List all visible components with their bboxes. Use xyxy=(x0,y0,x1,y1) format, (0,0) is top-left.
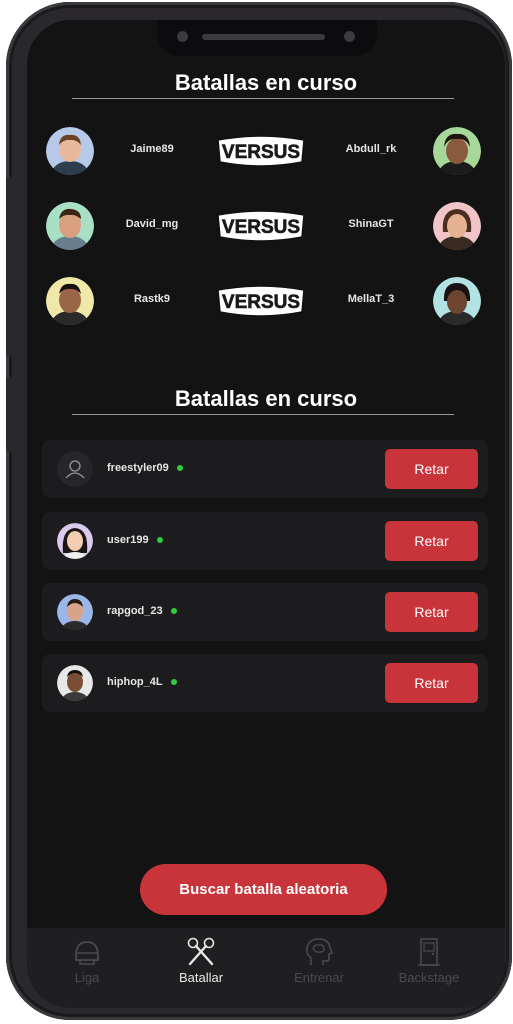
challenge-button[interactable]: Retar xyxy=(385,663,478,703)
notch xyxy=(157,20,377,56)
online-indicator xyxy=(156,537,163,544)
avatar xyxy=(46,277,94,325)
default-user-icon xyxy=(57,451,93,487)
door-icon xyxy=(418,938,440,966)
bottom-nav: Liga Batallar Entrenar Backstage xyxy=(27,928,505,1008)
avatar xyxy=(433,202,481,250)
versus-text: VERSUS xyxy=(222,142,300,163)
nav-item-entrenar[interactable]: Entrenar xyxy=(269,936,369,996)
battle-row[interactable]: Jaime89 VERSUS Abdull_rk xyxy=(27,125,505,177)
title-divider xyxy=(72,414,454,415)
battle-row[interactable]: Rastk9 VERSUS MellaT_3 xyxy=(27,275,505,327)
username: freestyler09 xyxy=(107,462,183,474)
avatar xyxy=(57,523,93,559)
player-name: Jaime89 xyxy=(130,143,174,155)
nav-item-backstage[interactable]: Backstage xyxy=(379,936,479,996)
player-name: ShinaGT xyxy=(348,218,394,230)
live-battles-title: Batallas en curso xyxy=(174,70,358,95)
app-screen: Batallas en curso Jaime89 VERSUS Abdull_… xyxy=(27,20,505,1008)
nav-label: Liga xyxy=(74,970,100,985)
challenge-button[interactable]: Retar xyxy=(385,521,478,561)
title-divider xyxy=(72,98,454,99)
user-card: rapgod_23 Retar xyxy=(42,583,488,641)
user-card: hiphop_4L Retar xyxy=(42,654,488,712)
phone-frame: Batallas en curso Jaime89 VERSUS Abdull_… xyxy=(6,2,512,1020)
power-button xyxy=(6,377,14,452)
nav-label: Batallar xyxy=(178,970,224,985)
nav-item-liga[interactable]: Liga xyxy=(37,936,137,996)
avatar xyxy=(46,127,94,175)
challenge-button[interactable]: Retar xyxy=(385,592,478,632)
versus-logo: VERSUS xyxy=(217,285,305,317)
versus-logo: VERSUS xyxy=(217,135,305,167)
nav-label: Backstage xyxy=(398,970,460,985)
player-name: David_mg xyxy=(125,218,179,230)
avatar xyxy=(57,665,93,701)
player-name: Rastk9 xyxy=(133,293,171,305)
challengers-title: Batallas en curso xyxy=(174,386,358,411)
random-battle-button[interactable]: Buscar batalla aleatoria xyxy=(140,864,387,915)
online-indicator xyxy=(170,608,177,615)
challenge-button[interactable]: Retar xyxy=(385,449,478,489)
avatar xyxy=(46,202,94,250)
username: hiphop_4L xyxy=(107,676,177,688)
brain-head-icon xyxy=(306,938,334,965)
speaker-grille xyxy=(202,34,325,40)
sensor-dot xyxy=(344,31,355,42)
online-indicator xyxy=(176,465,183,472)
player-name: MellaT_3 xyxy=(347,293,395,305)
camera-dot xyxy=(177,31,188,42)
nav-label: Entrenar xyxy=(294,970,344,985)
crossed-mics-icon xyxy=(187,937,215,966)
versus-logo: VERSUS xyxy=(217,210,305,242)
avatar xyxy=(57,594,93,630)
avatar xyxy=(433,277,481,325)
helmet-icon xyxy=(75,941,99,965)
versus-text: VERSUS xyxy=(222,217,300,238)
player-name: Abdull_rk xyxy=(345,143,397,155)
user-card: user199 Retar xyxy=(42,512,488,570)
nav-item-batallar[interactable]: Batallar xyxy=(151,936,251,996)
battle-row[interactable]: David_mg VERSUS ShinaGT xyxy=(27,200,505,252)
versus-text: VERSUS xyxy=(222,292,300,313)
online-indicator xyxy=(170,679,177,686)
user-card: freestyler09 Retar xyxy=(42,440,488,498)
avatar xyxy=(433,127,481,175)
username: rapgod_23 xyxy=(107,605,177,617)
volume-button xyxy=(6,177,14,357)
username: user199 xyxy=(107,534,163,546)
